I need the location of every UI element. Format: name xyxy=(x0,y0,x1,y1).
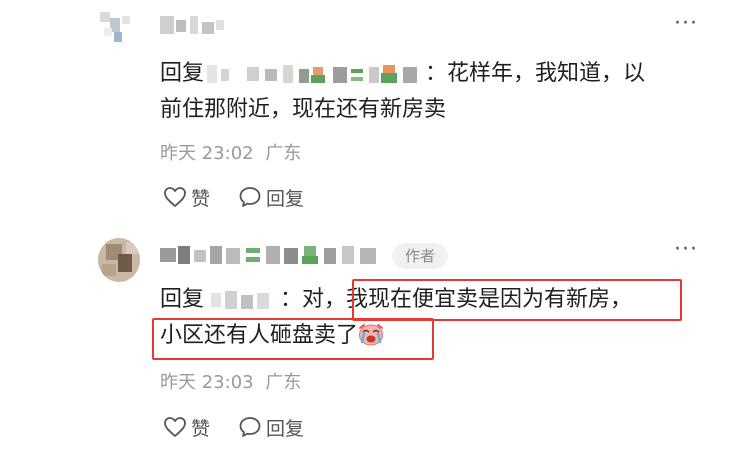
comment-item: ··· 回复 ：花样年，我知道，以 前住那附近，现在还有新房卖 昨天 23:02… xyxy=(0,0,729,230)
highlight-box xyxy=(352,279,682,321)
author-badge: 作者 xyxy=(392,243,448,269)
like-label: 赞 xyxy=(191,417,211,440)
mentioned-username[interactable] xyxy=(207,63,422,85)
reply-button[interactable]: 回复 xyxy=(238,184,304,211)
comment-actions: 赞 回复 xyxy=(163,413,332,441)
comment-meta: 昨天 23:03 广东 xyxy=(160,372,301,394)
more-dots-icon[interactable]: ··· xyxy=(674,13,698,35)
comment-item: 作者 ··· 回复 ：对，我现在便宜卖是因为有新房， 小区还有人砸盘卖了 昨天 … xyxy=(0,230,729,451)
more-dots-icon[interactable]: ··· xyxy=(674,239,698,261)
comment-meta: 昨天 23:02 广东 xyxy=(160,143,301,165)
speech-bubble-icon xyxy=(239,417,261,437)
comment-time: 昨天 23:03 xyxy=(160,372,254,393)
username[interactable] xyxy=(160,12,230,38)
mentioned-username[interactable] xyxy=(207,289,277,311)
username[interactable] xyxy=(160,242,382,268)
comment-actions: 赞 回复 xyxy=(163,183,332,211)
comment-time: 昨天 23:02 xyxy=(160,143,254,164)
heart-icon xyxy=(164,417,186,437)
highlight-box xyxy=(152,318,434,360)
avatar[interactable] xyxy=(100,10,144,50)
reply-button[interactable]: 回复 xyxy=(238,414,304,441)
avatar[interactable] xyxy=(98,238,140,282)
comment-text: 回复 ：花样年，我知道，以 前住那附近，现在还有新房卖 xyxy=(160,61,646,122)
like-label: 赞 xyxy=(191,187,211,210)
like-button[interactable]: 赞 xyxy=(163,414,210,441)
comment-location: 广东 xyxy=(265,143,302,164)
comment-location: 广东 xyxy=(265,372,302,393)
speech-bubble-icon xyxy=(239,187,261,207)
heart-icon xyxy=(164,187,186,207)
like-button[interactable]: 赞 xyxy=(163,184,210,211)
reply-label: 回复 xyxy=(266,187,305,210)
reply-label: 回复 xyxy=(266,417,305,440)
